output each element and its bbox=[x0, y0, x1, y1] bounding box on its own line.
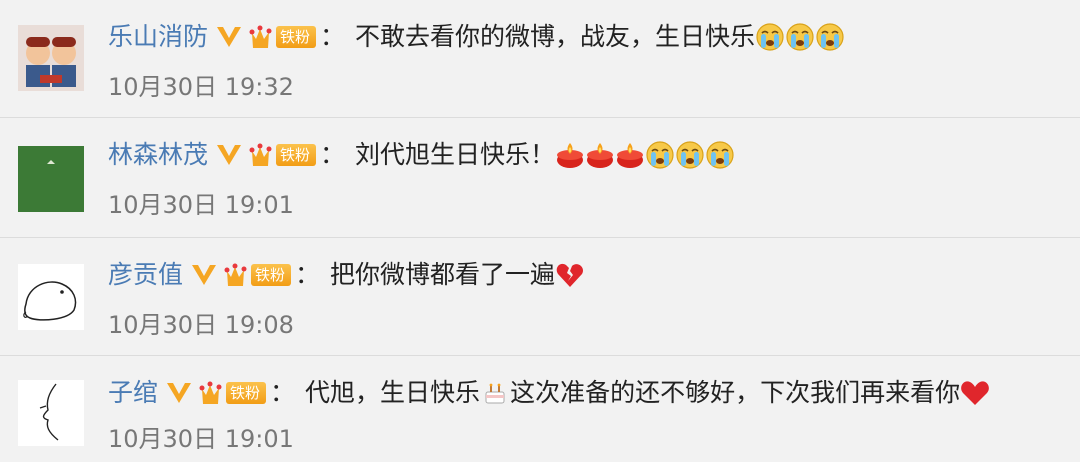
candle-icon bbox=[615, 140, 645, 170]
comment-item: 彦贡值 铁粉 ： 把你微博都看了一遍 10月30日 19:08 bbox=[0, 238, 1080, 356]
comment-header: 林森林茂 铁粉 ： 刘代旭生日快乐！ bbox=[108, 138, 735, 172]
comment-header: 子绾 铁粉 ： 代旭，生日快乐 这次准备的还不够好，下次我们再来看你 bbox=[108, 376, 990, 410]
avatar-image bbox=[18, 25, 84, 91]
crying-face-icon bbox=[815, 22, 845, 52]
crown-level-icon bbox=[248, 23, 278, 51]
broken-heart-icon bbox=[555, 260, 585, 290]
comment-text: 把你微博都看了一遍 bbox=[330, 260, 556, 289]
comment-item: 子绾 铁粉 ： 代旭，生日快乐 这次准备的还不够好，下次我们再来看你 10月30… bbox=[0, 356, 1080, 462]
heart-icon bbox=[960, 378, 990, 408]
comment-header: 乐山消防 铁粉 ： 不敢去看你的微博，战友，生日快乐 bbox=[108, 20, 845, 54]
comment-text: 这次准备的还不够好，下次我们再来看你 bbox=[510, 378, 961, 407]
comment-header: 彦贡值 铁粉 ： 把你微博都看了一遍 bbox=[108, 258, 585, 292]
username[interactable]: 彦贡值 bbox=[108, 258, 183, 292]
avatar-image bbox=[18, 146, 84, 212]
crying-face-icon bbox=[705, 140, 735, 170]
verified-v-icon bbox=[191, 263, 217, 287]
candle-icon bbox=[555, 140, 585, 170]
crying-face-icon bbox=[675, 140, 705, 170]
fan-badge[interactable]: 铁粉 bbox=[248, 23, 317, 51]
avatar-image bbox=[18, 264, 84, 330]
avatar-image bbox=[18, 380, 84, 446]
comment-text: 刘代旭生日快乐！ bbox=[355, 140, 556, 169]
candle-icon bbox=[585, 140, 615, 170]
cake-icon bbox=[480, 378, 510, 408]
separator: ： bbox=[320, 22, 346, 51]
fan-badge-label: 铁粉 bbox=[276, 144, 317, 166]
comment-item: 乐山消防 铁粉 ： 不敢去看你的微博，战友，生日快乐 10月30日 19:32 bbox=[0, 0, 1080, 118]
fan-badge-label: 铁粉 bbox=[226, 382, 267, 404]
verified-v-icon bbox=[216, 25, 242, 49]
verified-v-icon bbox=[166, 381, 192, 405]
avatar[interactable] bbox=[18, 380, 84, 446]
timestamp: 10月30日 19:32 bbox=[108, 73, 294, 101]
crying-face-icon bbox=[785, 22, 815, 52]
separator: ： bbox=[295, 260, 321, 289]
avatar[interactable] bbox=[18, 146, 84, 212]
username[interactable]: 林森林茂 bbox=[108, 138, 208, 172]
timestamp: 10月30日 19:01 bbox=[108, 191, 294, 219]
fan-badge[interactable]: 铁粉 bbox=[248, 141, 317, 169]
fan-badge[interactable]: 铁粉 bbox=[223, 261, 292, 289]
crown-level-icon bbox=[223, 261, 253, 289]
separator: ： bbox=[320, 140, 346, 169]
crying-face-icon bbox=[755, 22, 785, 52]
crying-face-icon bbox=[645, 140, 675, 170]
avatar[interactable] bbox=[18, 25, 84, 91]
separator: ： bbox=[270, 378, 296, 407]
timestamp: 10月30日 19:08 bbox=[108, 311, 294, 339]
username[interactable]: 乐山消防 bbox=[108, 20, 208, 54]
comment-item: 林森林茂 铁粉 ： 刘代旭生日快乐！ 10月30日 19:01 bbox=[0, 118, 1080, 238]
timestamp: 10月30日 19:01 bbox=[108, 425, 294, 453]
crown-level-icon bbox=[248, 141, 278, 169]
fan-badge-label: 铁粉 bbox=[276, 26, 317, 48]
verified-v-icon bbox=[216, 143, 242, 167]
fan-badge[interactable]: 铁粉 bbox=[198, 379, 267, 407]
comment-text: 不敢去看你的微博，战友，生日快乐 bbox=[355, 22, 756, 51]
avatar[interactable] bbox=[18, 264, 84, 330]
fan-badge-label: 铁粉 bbox=[251, 264, 292, 286]
comment-text: 代旭，生日快乐 bbox=[305, 378, 481, 407]
username[interactable]: 子绾 bbox=[108, 376, 158, 410]
crown-level-icon bbox=[198, 379, 228, 407]
